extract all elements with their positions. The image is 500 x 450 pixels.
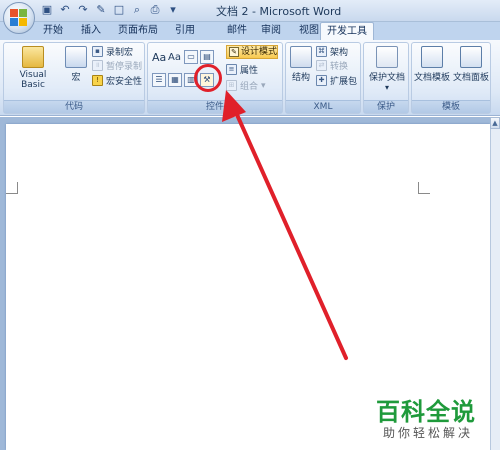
- annotation-arrow: [222, 90, 348, 360]
- office-logo-icon: [10, 9, 28, 27]
- office-button[interactable]: [3, 2, 35, 34]
- watermark-subtitle: 助你轻松解决: [383, 426, 474, 440]
- watermark-title: 百科全说: [376, 398, 476, 426]
